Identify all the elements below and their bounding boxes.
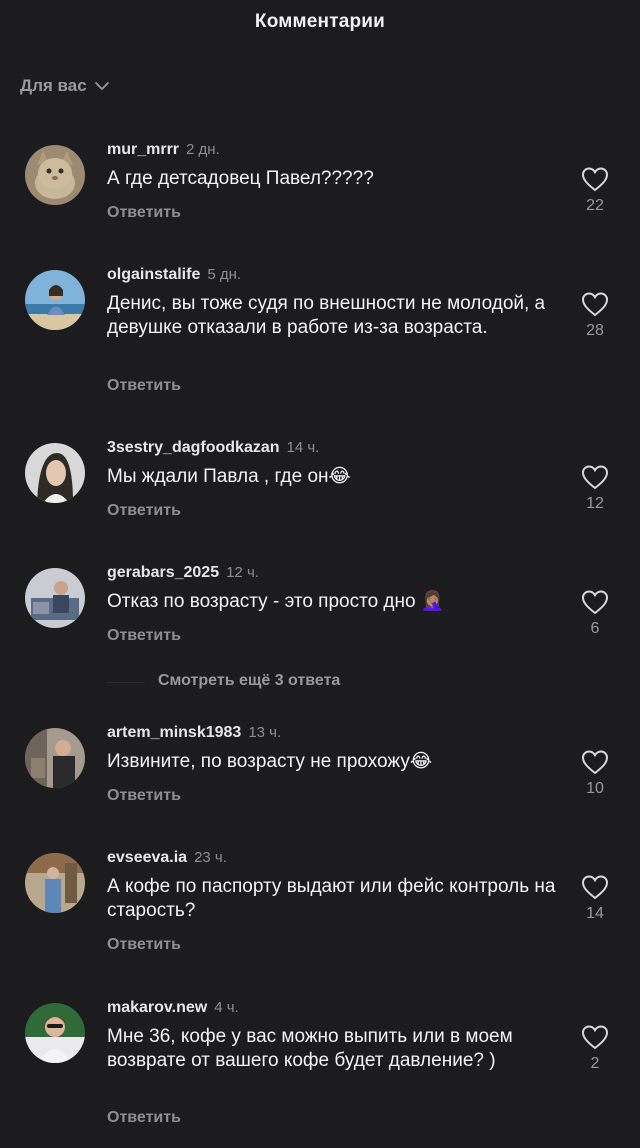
- avatar[interactable]: [25, 443, 85, 503]
- comment-meta: olgainstalife 5 дн.: [107, 266, 241, 284]
- divider: [107, 682, 145, 683]
- reply-button[interactable]: Ответить: [107, 377, 181, 395]
- timestamp: 5 дн.: [207, 266, 242, 283]
- comment-text: Мне 36, кофе у вас можно выпить или в мо…: [107, 1026, 513, 1071]
- heart-icon: [581, 590, 609, 615]
- like-button[interactable]: 28: [576, 290, 614, 340]
- like-button[interactable]: 14: [576, 873, 614, 923]
- like-button[interactable]: 10: [576, 748, 614, 798]
- username[interactable]: artem_minsk1983: [107, 724, 241, 742]
- heart-icon: [581, 750, 609, 775]
- heart-icon: [581, 1025, 609, 1050]
- header: Комментарии: [0, 0, 640, 44]
- timestamp: 4 ч.: [214, 999, 239, 1016]
- comment-meta: evseeva.ia 23 ч.: [107, 849, 227, 867]
- heart-icon: [581, 292, 609, 317]
- avatar[interactable]: [25, 1003, 85, 1063]
- reply-button[interactable]: Ответить: [107, 204, 181, 222]
- avatar[interactable]: [25, 568, 85, 628]
- like-count: 2: [590, 1055, 600, 1072]
- like-button[interactable]: 2: [576, 1023, 614, 1073]
- view-more-replies[interactable]: Смотреть ещё 3 ответа: [0, 672, 640, 694]
- timestamp: 2 дн.: [186, 141, 220, 158]
- chevron-down-icon: [94, 82, 109, 90]
- avatar[interactable]: [25, 853, 85, 913]
- comment-meta: mur_mrrr 2 дн.: [107, 141, 220, 159]
- comment-meta: gerabars_2025 12 ч.: [107, 564, 259, 582]
- comment-text: Мы ждали Павла , где он😂: [107, 466, 351, 487]
- like-button[interactable]: 12: [576, 463, 614, 513]
- comment-text: Извините, по возрасту не прохожу😂: [107, 751, 433, 772]
- view-more-replies-label[interactable]: Смотреть ещё 3 ответа: [158, 672, 340, 690]
- timestamp: 23 ч.: [194, 849, 227, 866]
- username[interactable]: olgainstalife: [107, 266, 200, 284]
- comment-meta: 3sestry_dagfoodkazan 14 ч.: [107, 439, 319, 457]
- like-count: 22: [586, 197, 604, 214]
- comment-text: А где детсадовец Павел?????: [107, 168, 374, 189]
- like-count: 28: [586, 322, 604, 339]
- timestamp: 14 ч.: [286, 439, 320, 456]
- reply-button[interactable]: Ответить: [107, 1109, 181, 1127]
- like-count: 14: [586, 905, 604, 922]
- username[interactable]: makarov.new: [107, 999, 207, 1017]
- comment-text: Денис, вы тоже судя по внешности не моло…: [107, 293, 546, 338]
- like-count: 6: [590, 620, 600, 637]
- reply-button[interactable]: Ответить: [107, 627, 181, 645]
- comment-meta: makarov.new 4 ч.: [107, 999, 239, 1017]
- timestamp: 12 ч.: [226, 564, 259, 581]
- avatar[interactable]: [25, 270, 85, 330]
- like-button[interactable]: 6: [576, 588, 614, 638]
- like-count: 12: [586, 495, 604, 512]
- filter-label: Для вас: [20, 76, 87, 95]
- username[interactable]: gerabars_2025: [107, 564, 219, 582]
- heart-icon: [581, 875, 609, 900]
- reply-button[interactable]: Ответить: [107, 936, 181, 954]
- username[interactable]: evseeva.ia: [107, 849, 187, 867]
- reply-button[interactable]: Ответить: [107, 502, 181, 520]
- comment-text: А кофе по паспорту выдают или фейс контр…: [107, 876, 556, 921]
- username[interactable]: mur_mrrr: [107, 141, 179, 159]
- like-count: 10: [586, 780, 604, 797]
- like-button[interactable]: 22: [576, 165, 614, 215]
- comment-text: Отказ по возрасту - это просто дно 🤦🏽‍♀️: [107, 591, 445, 612]
- page-title: Комментарии: [254, 11, 386, 32]
- avatar[interactable]: [25, 728, 85, 788]
- username[interactable]: 3sestry_dagfoodkazan: [107, 439, 280, 457]
- filter-dropdown[interactable]: Для вас: [20, 76, 111, 96]
- heart-icon: [581, 167, 609, 192]
- timestamp: 13 ч.: [248, 724, 282, 741]
- reply-button[interactable]: Ответить: [107, 787, 181, 805]
- avatar[interactable]: [25, 145, 85, 205]
- heart-icon: [581, 465, 609, 490]
- comment-meta: artem_minsk1983 13 ч.: [107, 724, 281, 742]
